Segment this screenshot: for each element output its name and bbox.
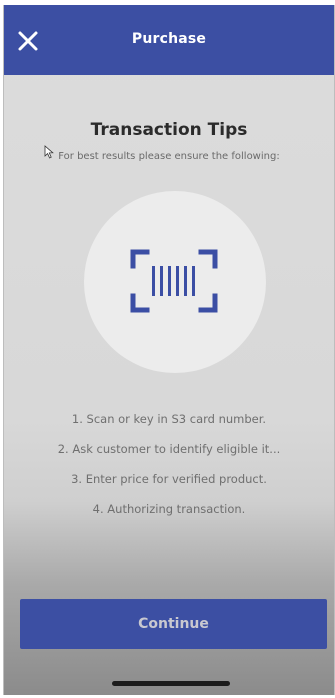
step-4: 4. Authorizing transaction. bbox=[92, 502, 246, 516]
barcode-scan-icon bbox=[130, 249, 218, 313]
step-2: 2. Ask customer to identify eligible it.… bbox=[57, 442, 281, 456]
step-3: 3. Enter price for verified product. bbox=[71, 472, 267, 486]
step-1: 1. Scan or key in S3 card number. bbox=[71, 412, 267, 426]
continue-button[interactable]: Continue bbox=[20, 599, 327, 649]
app-screen: Purchase Transaction Tips For best resul… bbox=[3, 5, 335, 695]
header-bar: Purchase bbox=[4, 5, 334, 75]
home-indicator bbox=[112, 681, 230, 686]
header-title: Purchase bbox=[131, 31, 207, 47]
tips-steps-list: 1. Scan or key in S3 card number. 2. Ask… bbox=[4, 409, 334, 529]
tips-subtitle: For best results please ensure the follo… bbox=[58, 151, 280, 162]
tips-title: Transaction Tips bbox=[90, 120, 248, 140]
